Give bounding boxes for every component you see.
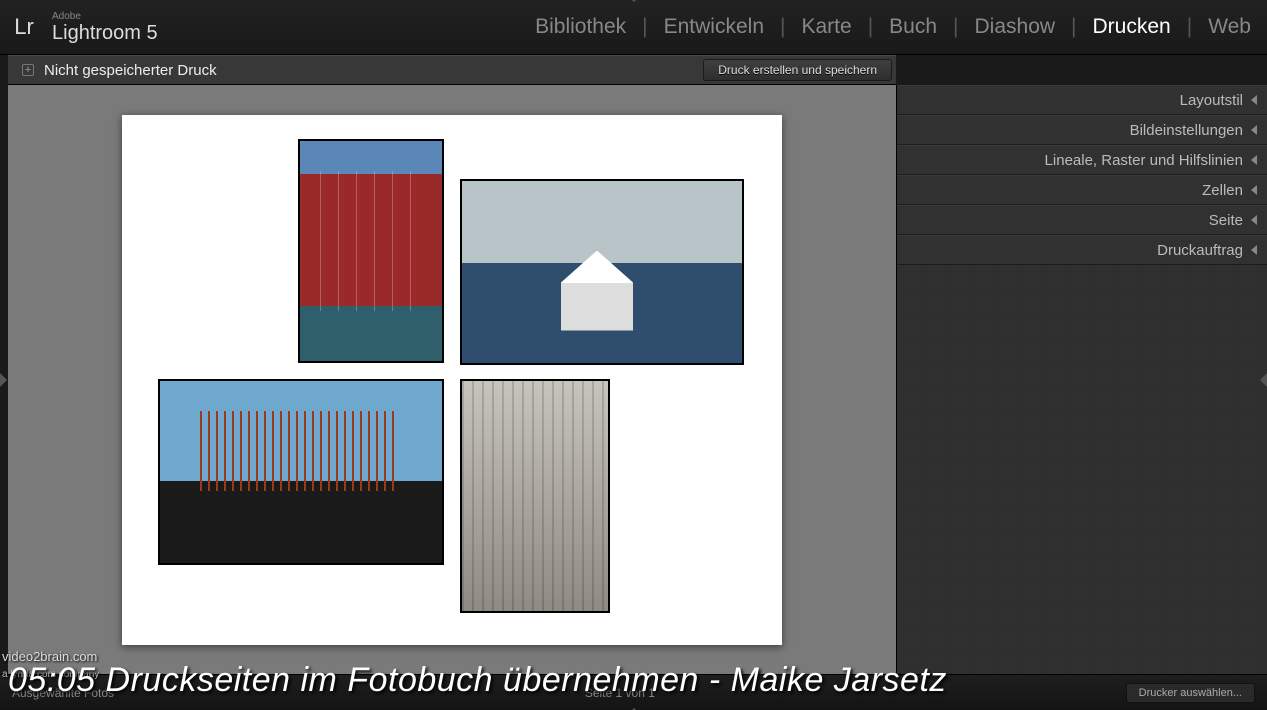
add-print-icon[interactable]: + (22, 64, 34, 76)
collapse-icon (1251, 215, 1257, 225)
module-picker-header: Lr Adobe Lightroom 5 Bibliothek | Entwic… (0, 0, 1267, 55)
panel-zellen[interactable]: Zellen (897, 175, 1267, 205)
lightroom-logo-icon: Lr (6, 9, 42, 45)
brand-vendor: Adobe (52, 11, 158, 22)
toolbar-footer: Ausgewählte Fotos Seite 1 von 1 Drucker … (0, 674, 1267, 710)
module-karte[interactable]: Karte (797, 15, 855, 39)
module-buch[interactable]: Buch (885, 15, 941, 39)
main-area: Layoutstil Bildeinstellungen Lineale, Ra… (0, 85, 1267, 674)
module-tabs: Bibliothek | Entwickeln | Karte | Buch |… (531, 15, 1255, 39)
collapse-icon (1251, 245, 1257, 255)
photo-cell-4[interactable] (460, 379, 610, 613)
collapse-icon (1251, 95, 1257, 105)
panel-seite[interactable]: Seite (897, 205, 1267, 235)
module-drucken[interactable]: Drucken (1089, 15, 1175, 39)
module-web[interactable]: Web (1204, 15, 1255, 39)
panel-label: Bildeinstellungen (1130, 122, 1243, 139)
page-indicator: Seite 1 von 1 (585, 686, 655, 700)
filmstrip-source[interactable]: Ausgewählte Fotos (12, 686, 114, 700)
create-save-print-button[interactable]: Druck erstellen und speichern (703, 59, 892, 81)
collapse-icon (1251, 155, 1257, 165)
filmstrip-label: Ausgewählte Fotos (12, 686, 114, 700)
left-panel-expand-icon[interactable] (0, 373, 7, 387)
panel-bildeinstellungen[interactable]: Bildeinstellungen (897, 115, 1267, 145)
print-subbar: + Nicht gespeicherter Druck Druck erstel… (8, 55, 896, 85)
photo-cell-1[interactable] (298, 139, 444, 363)
panel-lineale[interactable]: Lineale, Raster und Hilfslinien (897, 145, 1267, 175)
panel-label: Zellen (1202, 182, 1243, 199)
panel-label: Layoutstil (1180, 92, 1243, 109)
brand: Lr Adobe Lightroom 5 (6, 9, 158, 45)
brand-product: Lightroom 5 (52, 22, 158, 44)
print-title: Nicht gespeicherter Druck (44, 62, 217, 79)
panel-label: Lineale, Raster und Hilfslinien (1045, 152, 1243, 169)
panel-label: Seite (1209, 212, 1243, 229)
app-root: Lr Adobe Lightroom 5 Bibliothek | Entwic… (0, 0, 1267, 710)
panel-druckauftrag[interactable]: Druckauftrag (897, 235, 1267, 265)
print-canvas[interactable] (8, 85, 896, 674)
panel-layoutstil[interactable]: Layoutstil (897, 85, 1267, 115)
module-entwickeln[interactable]: Entwickeln (660, 15, 768, 39)
print-page[interactable] (122, 115, 782, 645)
photo-cell-3[interactable] (158, 379, 444, 565)
module-bibliothek[interactable]: Bibliothek (531, 15, 630, 39)
module-diashow[interactable]: Diashow (971, 15, 1060, 39)
select-printer-button[interactable]: Drucker auswählen... (1126, 683, 1255, 703)
photo-cell-2[interactable] (460, 179, 744, 365)
collapse-icon (1251, 125, 1257, 135)
right-panel: Layoutstil Bildeinstellungen Lineale, Ra… (896, 85, 1267, 674)
panel-label: Druckauftrag (1157, 242, 1243, 259)
collapse-icon (1251, 185, 1257, 195)
